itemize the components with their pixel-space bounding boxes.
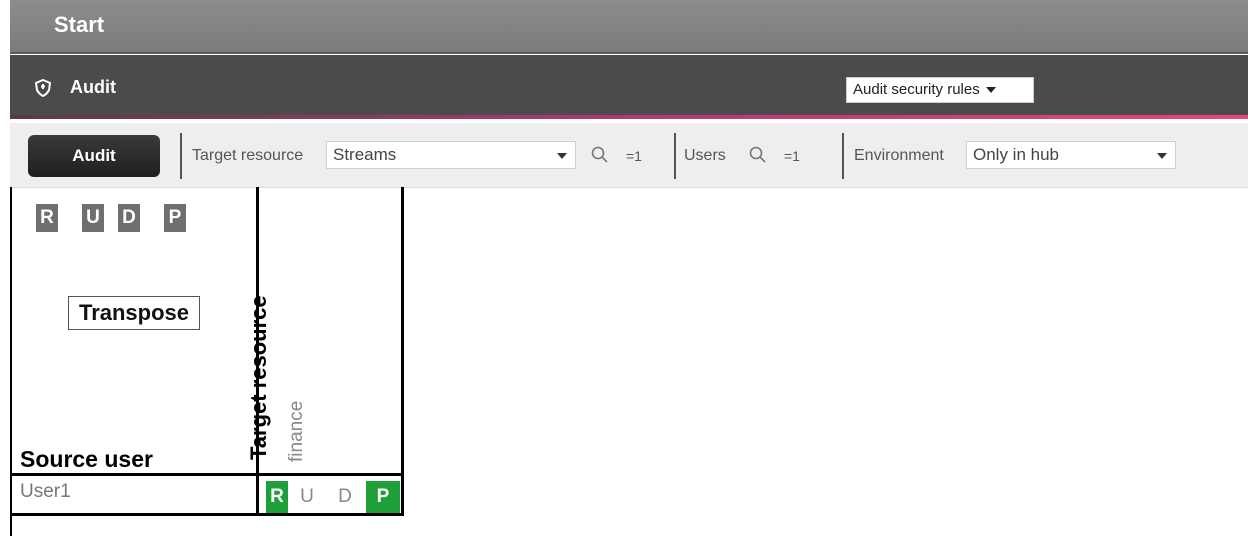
row-header[interactable]: User1 bbox=[20, 481, 71, 503]
chevron-down-icon bbox=[1157, 153, 1167, 159]
permission-cell[interactable]: D bbox=[334, 481, 356, 513]
permission-cell[interactable]: U bbox=[296, 481, 318, 513]
chevron-down-icon bbox=[557, 153, 567, 159]
audit-rules-dropdown[interactable]: Audit security rules bbox=[846, 77, 1034, 103]
start-bar: Start bbox=[10, 0, 1248, 54]
column-header[interactable]: finance bbox=[286, 401, 308, 462]
chevron-down-icon bbox=[985, 87, 996, 94]
search-icon[interactable] bbox=[590, 145, 610, 165]
divider bbox=[180, 133, 182, 179]
matrix-border bbox=[10, 187, 12, 536]
environment-label: Environment bbox=[854, 147, 944, 164]
environment-value: Only in hub bbox=[973, 145, 1059, 164]
column-axis-label: Target resource bbox=[246, 295, 271, 460]
app-title[interactable]: Start bbox=[54, 12, 104, 38]
matrix-border bbox=[10, 513, 404, 516]
toggle-read-button[interactable]: R bbox=[36, 204, 58, 232]
users-count: =1 bbox=[784, 148, 800, 164]
page-title: Audit bbox=[70, 77, 116, 97]
audit-toolbar: Audit Target resource Streams =1 Users =… bbox=[10, 123, 1248, 188]
audit-rules-dropdown-label: Audit security rules bbox=[853, 81, 980, 98]
audit-button[interactable]: Audit bbox=[28, 135, 160, 177]
search-icon[interactable] bbox=[748, 145, 768, 165]
target-resource-label: Target resource bbox=[192, 147, 304, 164]
transpose-button[interactable]: Transpose bbox=[68, 296, 200, 330]
divider bbox=[674, 133, 676, 179]
matrix-border bbox=[10, 473, 404, 476]
row-axis-label: Source user bbox=[20, 446, 153, 472]
target-resource-value: Streams bbox=[333, 145, 397, 164]
toggle-update-button[interactable]: U bbox=[82, 204, 104, 232]
window-edge bbox=[0, 0, 10, 536]
environment-select[interactable]: Only in hub bbox=[966, 141, 1176, 169]
toggle-publish-button[interactable]: P bbox=[164, 204, 186, 232]
permission-cell[interactable]: P bbox=[366, 481, 400, 513]
accent-stripe bbox=[10, 115, 1248, 119]
target-resource-select[interactable]: Streams bbox=[326, 141, 576, 169]
audit-header: Audit Audit security rules bbox=[10, 55, 1248, 119]
users-label: Users bbox=[684, 147, 726, 164]
shield-icon bbox=[34, 79, 52, 97]
permission-cell[interactable]: R bbox=[266, 481, 288, 513]
matrix-border bbox=[401, 187, 404, 516]
target-count: =1 bbox=[626, 148, 642, 164]
toggle-delete-button[interactable]: D bbox=[118, 204, 140, 232]
divider bbox=[842, 133, 844, 179]
